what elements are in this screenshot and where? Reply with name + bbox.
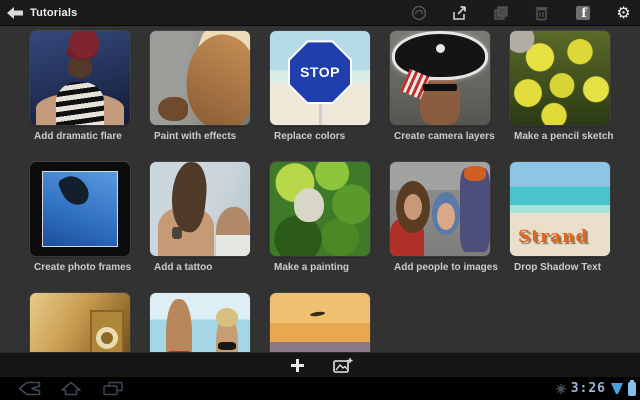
- notification-icon: [555, 383, 566, 394]
- home-nav-icon: [61, 381, 81, 396]
- add-image-icon: [333, 357, 353, 373]
- home-nav-button[interactable]: [50, 377, 92, 400]
- settings-gear-icon[interactable]: ⚙: [615, 5, 632, 22]
- tutorial-tile-create-photo-frames[interactable]: Create photo frames: [30, 162, 132, 293]
- tutorial-thumbnail: [150, 162, 250, 256]
- duplicate-icon[interactable]: [492, 5, 509, 22]
- facebook-icon[interactable]: f: [574, 5, 591, 22]
- tutorial-tile-add-people-to-images[interactable]: Add people to images: [390, 162, 498, 293]
- stop-sign-text: STOP: [300, 64, 340, 81]
- tutorial-tile-paint-with-effects[interactable]: Paint with effects: [150, 31, 250, 162]
- creative-cloud-icon[interactable]: [410, 5, 427, 22]
- page-title: Tutorials: [30, 6, 78, 19]
- system-bar: 3:26: [0, 377, 640, 400]
- back-nav-button[interactable]: [8, 377, 50, 400]
- battery-icon: [628, 379, 636, 396]
- tutorial-tile-add-dramatic-flare[interactable]: Add dramatic flare: [30, 31, 130, 162]
- tutorial-label: Paint with effects: [154, 131, 237, 142]
- delete-icon[interactable]: [533, 5, 550, 22]
- share-icon[interactable]: [451, 5, 468, 22]
- tutorial-label: Replace colors: [274, 131, 346, 142]
- tutorial-thumbnail: [390, 162, 490, 256]
- system-clock: 3:26: [570, 381, 606, 396]
- bottom-toolbar: [0, 352, 640, 377]
- tutorial-label: Make a pencil sketch: [514, 131, 614, 142]
- recent-apps-icon: [103, 381, 123, 396]
- tutorial-thumbnail: Strand: [510, 162, 610, 256]
- wifi-icon: [611, 383, 623, 394]
- tutorial-thumbnail: [510, 31, 610, 125]
- tutorial-tile-add-a-tattoo[interactable]: Add a tattoo: [150, 162, 250, 293]
- tutorial-label: Add people to images: [394, 262, 498, 273]
- back-nav-icon: [18, 381, 40, 396]
- strand-art-text: Strand: [518, 226, 589, 247]
- tutorial-tile-make-a-painting[interactable]: Make a painting: [270, 162, 370, 293]
- tutorial-label: Add a tattoo: [154, 262, 213, 273]
- tutorial-label: Drop Shadow Text: [514, 262, 602, 273]
- tutorial-label: Add dramatic flare: [34, 131, 122, 142]
- tutorial-tile-drop-shadow-text[interactable]: Strand Drop Shadow Text: [510, 162, 610, 293]
- tutorial-thumbnail: [150, 31, 250, 125]
- tutorial-thumbnail: STOP: [270, 31, 370, 125]
- back-button[interactable]: [0, 0, 30, 26]
- tutorial-label: Create photo frames: [34, 262, 132, 273]
- recent-apps-button[interactable]: [92, 377, 134, 400]
- tutorial-tile-make-a-pencil-sketch[interactable]: Make a pencil sketch: [510, 31, 614, 162]
- add-icon: [290, 358, 304, 372]
- add-image-button[interactable]: [333, 355, 353, 375]
- tutorial-thumbnail: [390, 31, 490, 125]
- tutorial-thumbnail: [30, 31, 130, 125]
- tutorial-tile-create-camera-layers[interactable]: Create camera layers: [390, 31, 495, 162]
- tutorial-label: Make a painting: [274, 262, 350, 273]
- action-bar-icons: f ⚙: [410, 0, 632, 26]
- back-arrow-icon: [7, 6, 23, 19]
- photoshop-touch-tutorials-screen: Tutorials f ⚙ Add dramatic flare Paint w…: [0, 0, 640, 400]
- tutorial-thumbnail: [30, 162, 130, 256]
- tutorial-thumbnail: [270, 162, 370, 256]
- add-tutorial-button[interactable]: [287, 355, 307, 375]
- action-bar: Tutorials f ⚙: [0, 0, 640, 26]
- tutorial-label: Create camera layers: [394, 131, 495, 142]
- tutorial-tile-replace-colors[interactable]: STOP Replace colors: [270, 31, 370, 162]
- status-area[interactable]: 3:26: [555, 377, 636, 400]
- tutorials-grid: Add dramatic flare Paint with effects ST…: [30, 31, 614, 400]
